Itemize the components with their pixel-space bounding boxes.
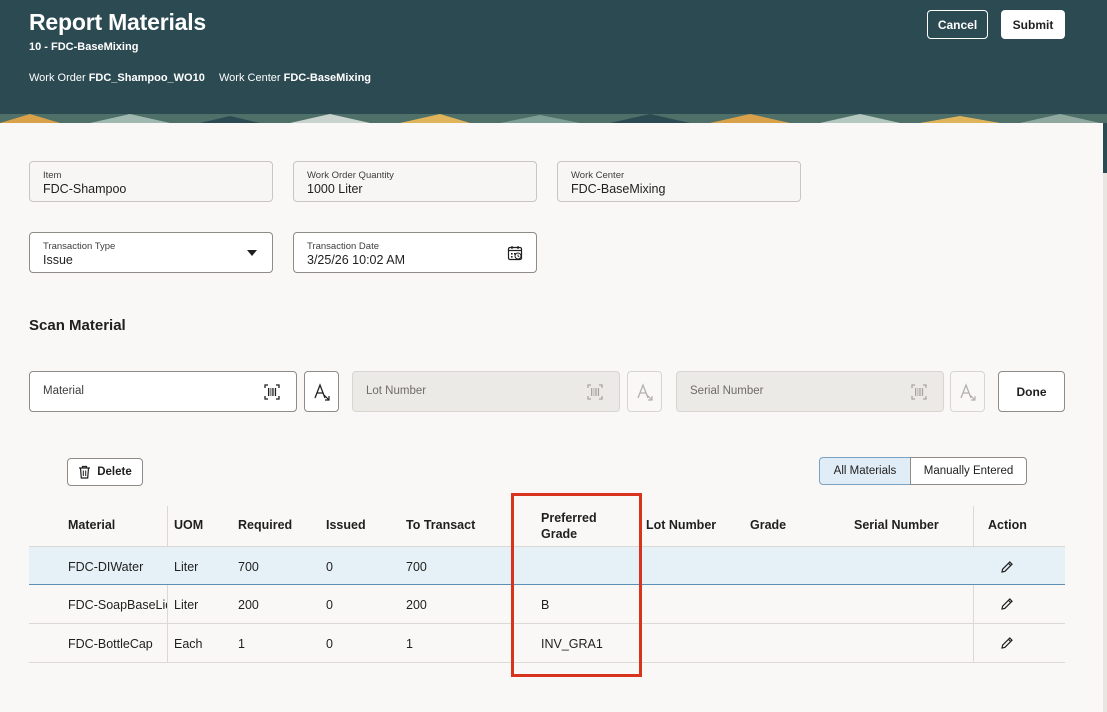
transaction-type-label: Transaction Type [43, 241, 116, 252]
calendar-icon[interactable] [507, 245, 523, 261]
all-materials-toggle[interactable]: All Materials [819, 457, 911, 485]
cell-issued: 0 [326, 637, 333, 651]
transaction-type-select[interactable]: Transaction Type Issue [29, 232, 273, 273]
submit-button[interactable]: Submit [1001, 10, 1065, 39]
cell-required: 1 [238, 637, 245, 651]
barcode-icon [911, 384, 927, 400]
column-header-serial-number: Serial Number [854, 518, 939, 532]
material-placeholder: Material [43, 385, 84, 397]
cell-uom: Each [174, 637, 203, 651]
cell-preferred-grade: B [541, 598, 550, 612]
scrollbar-thumb[interactable] [1103, 123, 1107, 173]
work-order-context: Work Order FDC_Shampoo_WO10 [29, 72, 205, 84]
work-center-value: FDC-BaseMixing [283, 72, 372, 84]
work-order-quantity-label: Work Order Quantity [307, 170, 394, 181]
trash-icon [79, 465, 91, 479]
scan-material-title: Scan Material [29, 317, 126, 334]
item-value: FDC-Shampoo [43, 182, 127, 196]
lot-number-placeholder: Lot Number [366, 385, 427, 397]
table-row[interactable]: FDC-SoapBaseLiquid Liter 200 0 200 B [29, 585, 1065, 624]
decorative-banner [0, 114, 1107, 123]
preferred-grade-line1: Preferred [541, 511, 597, 525]
manually-entered-toggle[interactable]: Manually Entered [910, 457, 1027, 485]
operation-subtitle: 10 - FDC-BaseMixing [29, 41, 139, 53]
delete-label: Delete [97, 466, 132, 478]
column-header-material: Material [68, 518, 116, 532]
edit-pencil-icon[interactable] [1000, 560, 1014, 574]
work-center-label: Work Center [219, 72, 281, 84]
column-header-lot-number: Lot Number [646, 518, 717, 532]
item-label: Item [43, 170, 62, 181]
page-title: Report Materials [29, 9, 207, 35]
material-manual-entry-button[interactable] [304, 371, 339, 412]
serial-manual-entry-button[interactable] [950, 371, 985, 412]
done-button[interactable]: Done [998, 371, 1065, 412]
cell-material: FDC-BottleCap [68, 637, 153, 651]
serial-number-placeholder: Serial Number [690, 385, 764, 397]
cancel-button[interactable]: Cancel [927, 10, 988, 39]
cell-issued: 0 [326, 598, 333, 612]
barcode-icon [587, 384, 603, 400]
cell-required: 200 [238, 598, 259, 612]
barcode-icon[interactable] [264, 384, 280, 400]
cell-uom: Liter [174, 560, 199, 574]
cell-uom: Liter [174, 598, 199, 612]
work-center-field-label: Work Center [571, 170, 625, 181]
lot-number-input[interactable]: Lot Number [352, 371, 620, 412]
column-header-action: Action [988, 518, 1027, 532]
transaction-type-value: Issue [43, 253, 73, 267]
cell-material: FDC-SoapBaseLiquid [68, 598, 167, 612]
work-center-context: Work Center FDC-BaseMixing [219, 72, 371, 84]
column-divider [640, 506, 641, 546]
cell-to-transact: 700 [406, 560, 427, 574]
transaction-date-label: Transaction Date [307, 241, 379, 252]
cell-required: 700 [238, 560, 259, 574]
table-row[interactable]: FDC-BottleCap Each 1 0 1 INV_GRA1 [29, 624, 1065, 663]
column-header-to-transact: To Transact [406, 518, 476, 532]
text-entry-icon [959, 382, 976, 401]
cell-issued: 0 [326, 560, 333, 574]
preferred-grade-line2: Grade [541, 527, 578, 541]
material-scan-input[interactable]: Material [29, 371, 297, 412]
edit-pencil-icon[interactable] [1000, 636, 1014, 650]
delete-button[interactable]: Delete [67, 458, 143, 486]
table-row[interactable]: FDC-DIWater Liter 700 0 700 [29, 546, 1065, 585]
column-header-preferred-grade: Preferred Grade [541, 510, 597, 542]
cell-material: FDC-DIWater [68, 560, 144, 574]
scrollbar[interactable] [1103, 123, 1107, 712]
column-header-grade: Grade [750, 518, 787, 532]
edit-pencil-icon[interactable] [1000, 597, 1014, 611]
cell-preferred-grade: INV_GRA1 [541, 637, 603, 651]
page-header: Report Materials 10 - FDC-BaseMixing Wor… [0, 0, 1107, 114]
lot-manual-entry-button[interactable] [627, 371, 662, 412]
work-order-quantity-value: 1000 Liter [307, 182, 363, 196]
work-order-value: FDC_Shampoo_WO10 [88, 72, 205, 84]
cell-to-transact: 1 [406, 637, 413, 651]
serial-number-input[interactable]: Serial Number [676, 371, 944, 412]
work-center-field: Work Center FDC-BaseMixing [557, 161, 801, 202]
transaction-date-value: 3/25/26 10:02 AM [307, 253, 405, 267]
column-header-uom: UOM [174, 518, 204, 532]
column-header-issued: Issued [326, 518, 366, 532]
work-center-field-value: FDC-BaseMixing [571, 182, 666, 196]
work-order-label: Work Order [29, 72, 86, 84]
chevron-down-icon [247, 250, 257, 256]
item-field: Item FDC-Shampoo [29, 161, 273, 202]
transaction-date-field[interactable]: Transaction Date 3/25/26 10:02 AM [293, 232, 537, 273]
cell-to-transact: 200 [406, 598, 427, 612]
text-entry-icon [636, 382, 653, 401]
column-header-required: Required [238, 518, 293, 532]
text-entry-icon [313, 382, 330, 401]
work-order-quantity-field: Work Order Quantity 1000 Liter [293, 161, 537, 202]
